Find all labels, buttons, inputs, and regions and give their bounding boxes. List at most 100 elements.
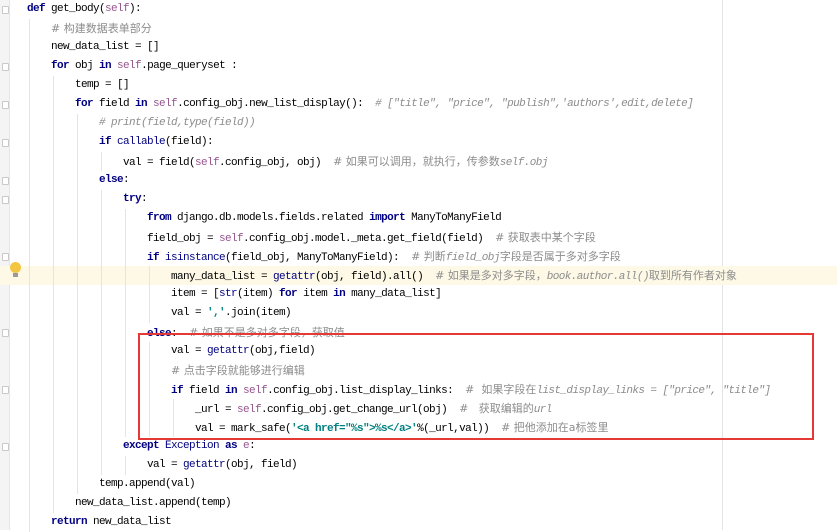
indent-guide bbox=[53, 361, 54, 380]
indent-guide bbox=[125, 399, 126, 418]
indent-guide bbox=[53, 475, 54, 494]
code-line[interactable]: temp.append(val) bbox=[0, 475, 837, 494]
code-line[interactable]: val = ','.join(item) bbox=[0, 304, 837, 323]
code-line[interactable]: item = [str(item) for item in many_data_… bbox=[0, 285, 837, 304]
code-text: ): bbox=[129, 3, 142, 15]
fold-marker-icon[interactable] bbox=[2, 443, 9, 451]
fold-marker-icon[interactable] bbox=[2, 139, 9, 147]
indent-guide bbox=[29, 323, 30, 342]
indent-guide bbox=[53, 95, 54, 114]
indent-guide bbox=[29, 114, 30, 133]
indent-guide bbox=[101, 361, 102, 380]
indent-guide bbox=[101, 418, 102, 437]
code-text: new_data_list.append(temp) bbox=[75, 494, 232, 513]
code-line[interactable]: return new_data_list bbox=[0, 513, 837, 532]
indent-guide bbox=[29, 38, 30, 57]
indent-guide bbox=[77, 304, 78, 323]
code-line[interactable]: else: bbox=[0, 171, 837, 190]
fold-marker-icon[interactable] bbox=[2, 63, 9, 71]
indent-guide bbox=[125, 323, 126, 342]
indent-guide bbox=[125, 342, 126, 361]
code-text: item = [str(item) for item in many_data_… bbox=[171, 285, 442, 304]
code-line[interactable]: if isinstance(field_obj, ManyToManyField… bbox=[0, 247, 837, 266]
indent-guide bbox=[29, 171, 30, 190]
code-text: ManyToManyField bbox=[411, 212, 502, 224]
fold-marker-icon[interactable] bbox=[2, 329, 9, 337]
code-text: many_data_list] bbox=[351, 288, 442, 300]
code-text: : bbox=[141, 193, 148, 205]
code-line[interactable]: new_data_list = [] bbox=[0, 38, 837, 57]
code-text: .join(item) bbox=[225, 307, 292, 319]
string-literal: ',' bbox=[207, 307, 226, 319]
indent-guide bbox=[77, 323, 78, 342]
self-token: self bbox=[117, 60, 142, 72]
indent-guide bbox=[77, 475, 78, 494]
fold-marker-icon[interactable] bbox=[2, 101, 9, 109]
code-line[interactable]: temp = [] bbox=[0, 76, 837, 95]
indent-guide bbox=[77, 133, 78, 152]
indent-guide bbox=[53, 323, 54, 342]
comment: # 判断 bbox=[411, 250, 446, 263]
indent-guide bbox=[77, 456, 78, 475]
indent-guide bbox=[29, 304, 30, 323]
comment: self.obj bbox=[499, 157, 549, 169]
lightbulb-intention-icon[interactable] bbox=[10, 262, 21, 277]
code-line[interactable]: def get_body(self): bbox=[0, 0, 837, 19]
keyword: as bbox=[225, 440, 244, 452]
code-text: # print(field,type(field)) bbox=[99, 114, 256, 133]
code-line[interactable]: if callable(field): bbox=[0, 133, 837, 152]
indent-guide bbox=[29, 361, 30, 380]
comment: 字段是否属于多对多字段 bbox=[499, 250, 621, 263]
indent-guide bbox=[125, 247, 126, 266]
code-text: try: bbox=[123, 190, 148, 209]
fold-marker-icon[interactable] bbox=[2, 253, 9, 261]
indent-guide bbox=[101, 247, 102, 266]
indent-guide bbox=[125, 456, 126, 475]
code-line[interactable]: new_data_list.append(temp) bbox=[0, 494, 837, 513]
indent-guide bbox=[125, 380, 126, 399]
code-line[interactable]: field_obj = self.config_obj.model._meta.… bbox=[0, 228, 837, 247]
code-line[interactable]: # 构建数据表单部分 bbox=[0, 19, 837, 38]
code-text: new_data_list = [] bbox=[51, 38, 160, 57]
code-line[interactable]: val = getattr(obj, field) bbox=[0, 456, 837, 475]
indent-guide bbox=[53, 418, 54, 437]
indent-guide bbox=[125, 266, 126, 285]
fold-marker-icon[interactable] bbox=[2, 196, 9, 204]
code-text: from django.db.models.fields.related imp… bbox=[147, 209, 502, 228]
indent-guide bbox=[53, 171, 54, 190]
indent-guide bbox=[101, 380, 102, 399]
indent-guide bbox=[53, 399, 54, 418]
code-line[interactable]: # print(field,type(field)) bbox=[0, 114, 837, 133]
indent-guide bbox=[53, 494, 54, 513]
code-text: : bbox=[249, 440, 256, 452]
code-text: many_data_list = bbox=[171, 271, 274, 283]
indent-guide bbox=[125, 418, 126, 437]
code-line[interactable]: many_data_list = getattr(obj, field).all… bbox=[0, 266, 837, 285]
code-line[interactable]: for obj in self.page_queryset : bbox=[0, 57, 837, 76]
indent-guide bbox=[101, 342, 102, 361]
indent-guide bbox=[53, 152, 54, 171]
code-text: (field): bbox=[165, 136, 214, 148]
indent-guide bbox=[29, 190, 30, 209]
indent-guide bbox=[125, 228, 126, 247]
indent-guide bbox=[101, 323, 102, 342]
fold-marker-icon[interactable] bbox=[2, 386, 9, 394]
code-text: many_data_list = getattr(obj, field).all… bbox=[171, 266, 737, 287]
code-line[interactable]: for field in self.config_obj.new_list_di… bbox=[0, 95, 837, 114]
comment: # ["title", "price", "publish",'authors'… bbox=[375, 98, 694, 110]
fold-marker-icon[interactable] bbox=[2, 6, 9, 14]
indent-guide bbox=[77, 285, 78, 304]
indent-guide bbox=[53, 209, 54, 228]
keyword: in bbox=[99, 60, 118, 72]
self-token: self bbox=[153, 98, 178, 110]
indent-guide bbox=[29, 57, 30, 76]
code-line[interactable]: try: bbox=[0, 190, 837, 209]
fold-marker-icon[interactable] bbox=[2, 177, 9, 185]
code-text: (obj, field).all() bbox=[315, 271, 436, 283]
indent-guide bbox=[77, 437, 78, 456]
code-line[interactable]: from django.db.models.fields.related imp… bbox=[0, 209, 837, 228]
indent-guide bbox=[29, 456, 30, 475]
indent-guide bbox=[53, 247, 54, 266]
code-line[interactable]: val = field(self.config_obj, obj) # 如果可以… bbox=[0, 152, 837, 171]
indent-guide bbox=[53, 76, 54, 95]
